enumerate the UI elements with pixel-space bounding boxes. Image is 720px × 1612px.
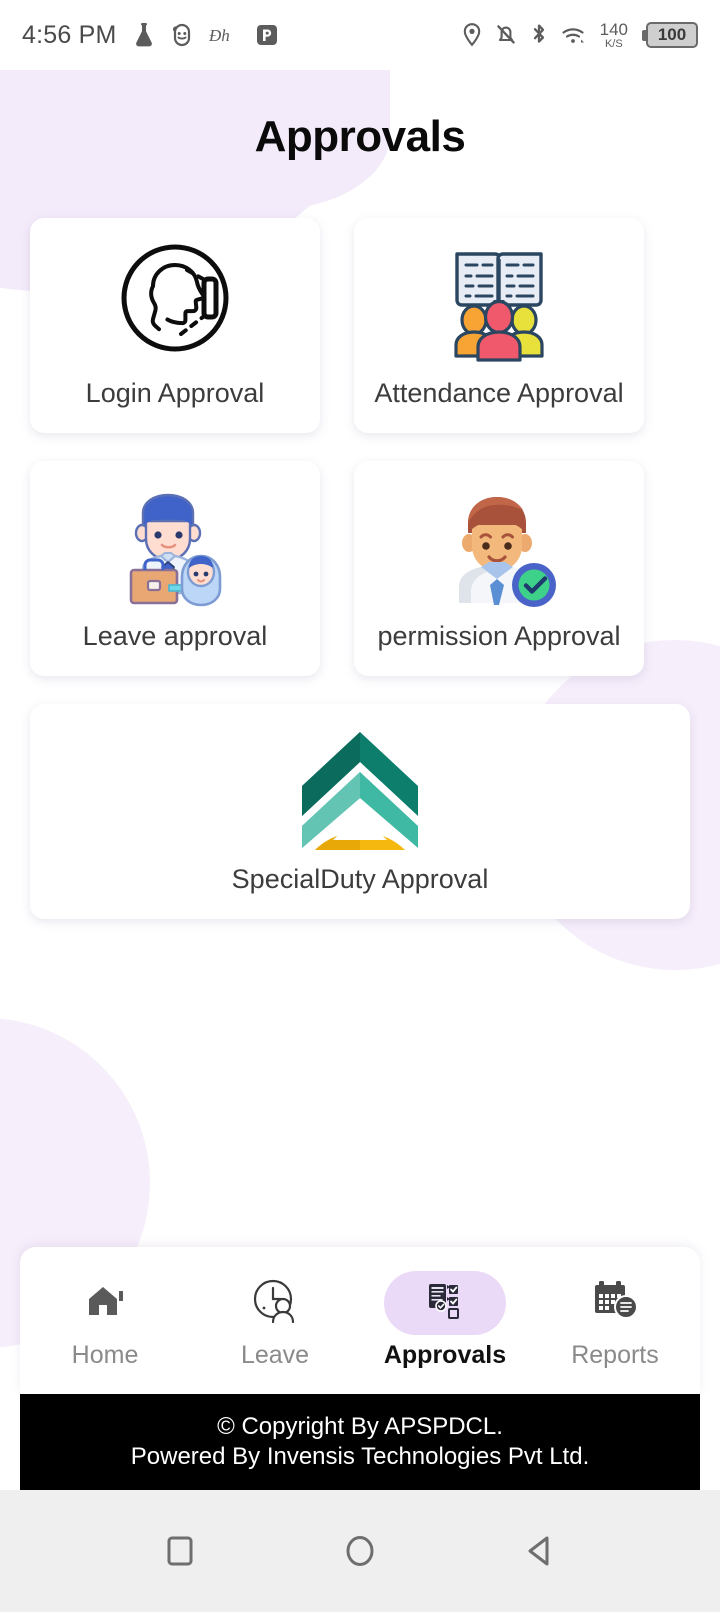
svg-text:Ðh: Ðh (209, 26, 230, 45)
home-icon-wrap (44, 1271, 166, 1335)
status-time: 4:56 PM (22, 20, 117, 49)
approval-cards-grid: Login Approval Attendance Approval Leave… (30, 218, 690, 919)
card-label: Attendance Approval (374, 378, 624, 408)
flask-icon (133, 22, 155, 48)
card-permission-approval[interactable]: permission Approval (354, 461, 644, 676)
card-label: SpecialDuty Approval (231, 864, 489, 894)
powerpoint-icon (255, 23, 279, 47)
status-bar-left: 4:56 PM Ðh (22, 21, 279, 50)
approved-employee-icon (433, 477, 565, 617)
page-title: Approvals (254, 112, 466, 161)
nav-item-leave[interactable]: Leave (190, 1271, 360, 1370)
card-attendance-approval[interactable]: Attendance Approval (354, 218, 644, 433)
copyright-footer: © Copyright By APSPDCL. Powered By Inven… (20, 1394, 700, 1490)
network-speed-unit: K/S (604, 37, 623, 50)
location-pin-icon (462, 22, 482, 48)
battery-icon: 100 (641, 22, 698, 48)
nav-item-reports[interactable]: Reports (530, 1271, 700, 1370)
android-navigation-bar (0, 1490, 720, 1612)
card-leave-approval[interactable]: Leave approval (30, 461, 320, 676)
notifications-muted-icon (495, 22, 517, 48)
battery-level: 100 (657, 25, 687, 44)
paternity-leave-icon (109, 477, 241, 617)
clock-person-icon-wrap (214, 1271, 336, 1335)
rank-chevron-icon (290, 720, 430, 860)
card-login-approval[interactable]: Login Approval (30, 218, 320, 433)
face-recognition-icon (109, 234, 241, 374)
copyright-line-1: © Copyright By APSPDCL. (217, 1413, 503, 1440)
status-bar-right: 140 K/S 100 (462, 21, 698, 50)
clipboard-check-icon (423, 1279, 467, 1328)
nav-label: Reports (571, 1341, 659, 1369)
card-label: permission Approval (377, 621, 621, 651)
home-icon (81, 1277, 129, 1330)
bottom-navigation-bar: Home Leave Approvals Reports (20, 1247, 700, 1394)
wifi-icon (561, 22, 587, 48)
nav-label: Home (71, 1341, 139, 1369)
nav-item-approvals[interactable]: Approvals (360, 1271, 530, 1370)
bluetooth-icon (530, 22, 548, 48)
calendar-report-icon (591, 1277, 639, 1330)
face-emoji-icon (171, 22, 193, 48)
app-screen: 4:56 PM Ðh 140 K/S 100 Approvals Login A… (0, 0, 720, 1612)
nav-label: Approvals (383, 1341, 507, 1369)
triangle-back-icon[interactable] (523, 1534, 557, 1568)
nav-label: Leave (240, 1341, 310, 1369)
approvals-active-pill (384, 1271, 506, 1335)
card-label: Login Approval (85, 378, 265, 408)
square-recents-icon[interactable] (163, 1534, 197, 1568)
dh-text-icon: Ðh (209, 24, 239, 46)
calendar-report-icon-wrap (554, 1271, 676, 1335)
status-bar: 4:56 PM Ðh 140 K/S 100 (0, 0, 720, 70)
network-speed-value: 140 (599, 19, 628, 39)
network-speed-indicator: 140 K/S (600, 21, 628, 50)
copyright-line-2: Powered By Invensis Technologies Pvt Ltd… (130, 1443, 590, 1470)
attendance-register-people-icon (433, 234, 565, 374)
nav-item-home[interactable]: Home (20, 1271, 190, 1370)
card-specialduty-approval[interactable]: SpecialDuty Approval (30, 704, 690, 919)
card-label: Leave approval (82, 621, 268, 651)
clock-person-icon (249, 1275, 301, 1332)
circle-home-icon[interactable] (343, 1534, 377, 1568)
